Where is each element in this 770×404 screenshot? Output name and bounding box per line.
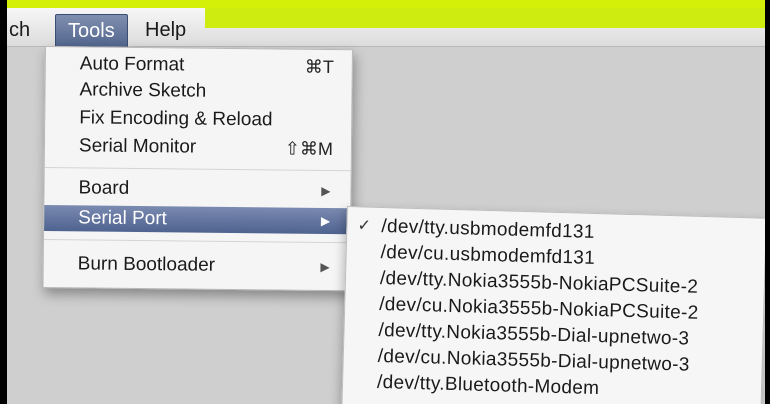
menu-item-serial-port[interactable]: Serial Port ▶ (44, 205, 351, 235)
menu-bar: ch Tools Help (7, 8, 765, 48)
submenu-arrow-icon: ▶ (321, 183, 331, 198)
submenu-arrow-icon: ▶ (320, 213, 331, 228)
title-accent-strip (7, 0, 765, 8)
menu-tools[interactable]: Tools (55, 14, 128, 48)
menu-item-burn-bootloader[interactable]: Burn Bootloader ▶ (44, 251, 350, 280)
menu-sketch[interactable]: ch (9, 16, 30, 44)
checkmark-icon: ✓ (357, 217, 372, 235)
tools-dropdown: Auto Format ⌘T Archive Sketch Fix Encodi… (42, 46, 353, 292)
menu-item-label: Fix Encoding & Reload (79, 107, 273, 131)
serial-port-submenu: ✓ /dev/tty.usbmodemfd131 /dev/cu.usbmode… (341, 206, 765, 404)
menu-bar-accent (205, 8, 765, 28)
menu-item-archive-sketch[interactable]: Archive Sketch (45, 77, 351, 106)
menu-item-label: Burn Bootloader (77, 253, 216, 276)
menu-item-board[interactable]: Board ▶ (44, 175, 350, 204)
menu-item-auto-format[interactable]: Auto Format ⌘T (46, 51, 352, 80)
menu-item-label: Serial Monitor (78, 135, 197, 158)
shortcut-label: ⌘T (304, 56, 334, 78)
menu-item-label: Board (78, 177, 130, 199)
submenu-arrow-icon: ▶ (320, 259, 330, 274)
menu-separator (44, 167, 351, 172)
menu-help[interactable]: Help (145, 16, 186, 44)
serial-port-label: /dev/tty.Bluetooth-Modem (376, 371, 600, 400)
menu-item-fix-encoding[interactable]: Fix Encoding & Reload (45, 105, 351, 134)
menu-item-label: Archive Sketch (79, 79, 207, 102)
menu-item-serial-monitor[interactable]: Serial Monitor ⇧⌘M (45, 133, 351, 162)
menu-item-label: Serial Port (78, 207, 168, 230)
menu-item-label: Auto Format (79, 53, 185, 76)
menu-separator (43, 238, 350, 244)
app-window: ch Tools Help Auto Format ⌘T Archive Ske… (7, 0, 765, 404)
shortcut-label: ⇧⌘M (284, 138, 334, 160)
